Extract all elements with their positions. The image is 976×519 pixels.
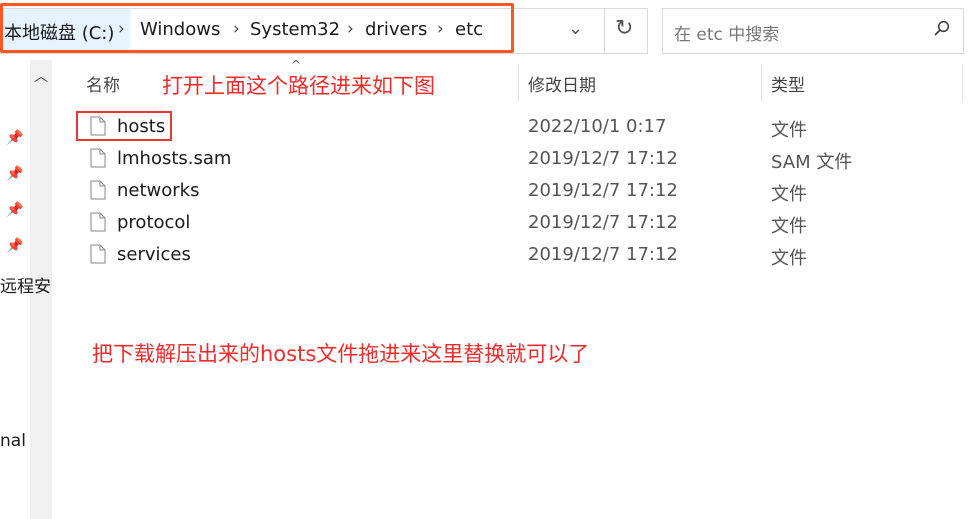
file-modified: 2022/10/1 0:17: [528, 116, 667, 137]
column-divider[interactable]: [518, 64, 519, 102]
column-header-type[interactable]: 类型: [771, 71, 805, 96]
file-type: 文件: [771, 248, 807, 269]
file-type: SAM 文件: [771, 152, 853, 173]
file-modified: 2019/12/7 17:12: [528, 148, 678, 169]
file-icon: [90, 212, 106, 232]
pin-icon: 📌: [6, 238, 24, 254]
file-row[interactable]: [80, 239, 960, 271]
file-name[interactable]: protocol: [117, 212, 190, 233]
file-icon: [90, 244, 106, 264]
pin-icon: 📌: [6, 202, 24, 218]
file-row[interactable]: [80, 207, 960, 239]
scroll-up-icon[interactable]: ︿: [34, 66, 48, 86]
file-modified: 2019/12/7 17:12: [528, 212, 678, 233]
file-type: 文件: [771, 216, 807, 237]
file-icon: [90, 180, 106, 200]
pin-icon: 📌: [6, 166, 24, 182]
column-header-modified[interactable]: 修改日期: [528, 71, 596, 96]
annotation-path-note: 打开上面这个路径进来如下图: [162, 74, 435, 98]
file-name[interactable]: networks: [117, 180, 199, 201]
annotation-replace-note: 把下载解压出来的hosts文件拖进来这里替换就可以了: [92, 342, 590, 366]
pin-icon: 📌: [6, 130, 24, 146]
nav-item-fragment[interactable]: nal: [0, 431, 26, 451]
column-header-name[interactable]: 名称: [86, 71, 120, 96]
file-row[interactable]: [80, 175, 960, 207]
address-divider: [604, 9, 605, 53]
column-divider[interactable]: [962, 64, 963, 102]
file-modified: 2019/12/7 17:12: [528, 244, 678, 265]
search-icon[interactable]: [934, 20, 950, 36]
file-modified: 2019/12/7 17:12: [528, 180, 678, 201]
file-icon: [90, 148, 106, 168]
file-name[interactable]: lmhosts.sam: [117, 148, 231, 169]
column-divider[interactable]: [761, 64, 762, 102]
chevron-down-icon[interactable]: ⌄: [568, 18, 583, 39]
hosts-highlight-box: [76, 111, 172, 141]
file-name[interactable]: services: [117, 244, 191, 265]
file-type: 文件: [771, 120, 807, 141]
search-placeholder: 在 etc 中搜索: [674, 25, 780, 45]
file-row[interactable]: [80, 111, 960, 143]
file-type: 文件: [771, 184, 807, 205]
nav-item-fragment[interactable]: 远程安: [0, 272, 51, 297]
refresh-icon[interactable]: ↻: [615, 16, 633, 41]
path-highlight-box: [0, 3, 514, 53]
